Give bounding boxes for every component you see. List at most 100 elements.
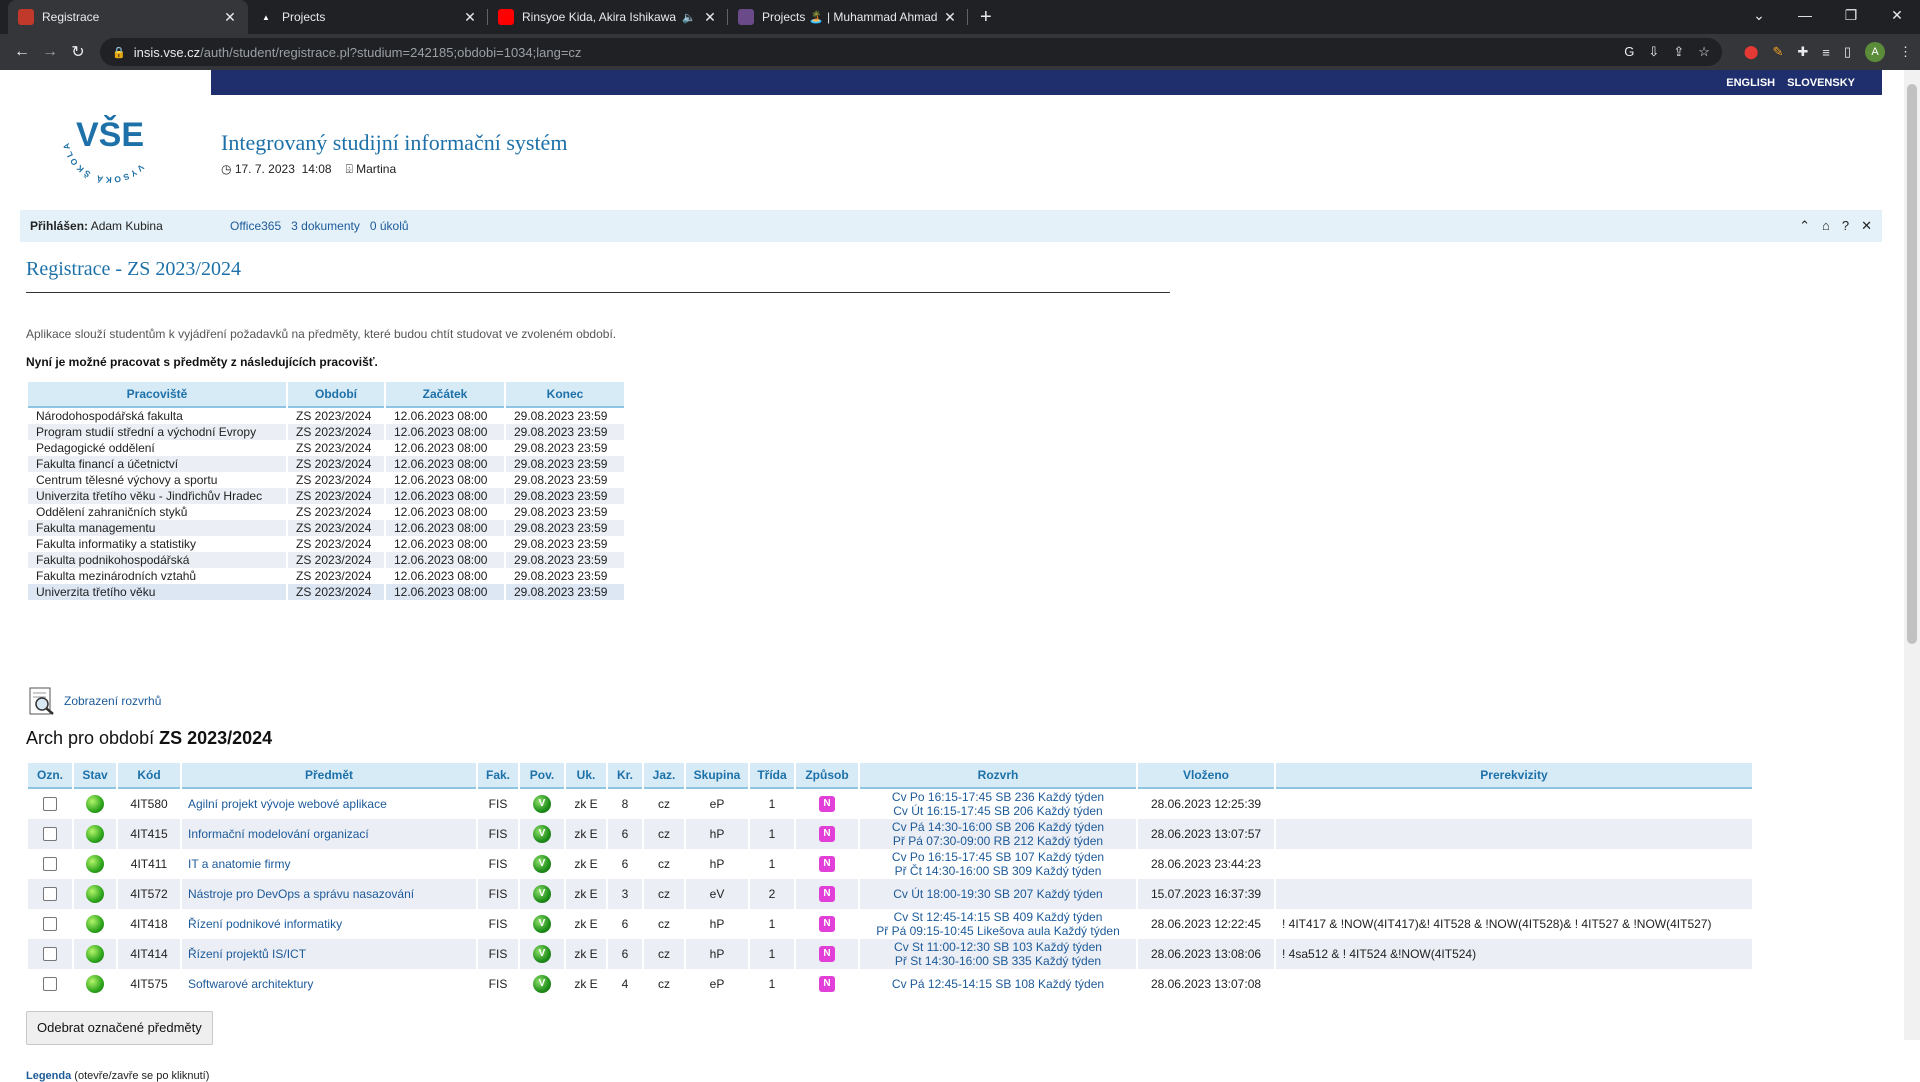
course-name-link[interactable]: Nástroje pro DevOps a správu nasazování bbox=[188, 887, 414, 901]
course-checkbox[interactable] bbox=[43, 887, 57, 902]
schedule-link[interactable]: Cv Út 16:15-17:45 SB 206 Každý týden bbox=[866, 804, 1130, 818]
extensions-puzzle-icon[interactable]: ✚ bbox=[1797, 44, 1808, 60]
logout-close-icon[interactable]: ✕ bbox=[1861, 218, 1872, 234]
tab-audio-icon[interactable]: 🔈 bbox=[682, 11, 696, 24]
method-badge-icon[interactable]: N bbox=[819, 796, 835, 812]
courses-header-8[interactable]: Jaz. bbox=[644, 763, 684, 789]
course-name-link[interactable]: Softwarové architektury bbox=[188, 977, 313, 991]
workplaces-header-2[interactable]: Začátek bbox=[386, 382, 504, 408]
magnifier-document-icon[interactable] bbox=[28, 686, 56, 716]
documents-link[interactable]: 3 dokumenty bbox=[291, 219, 360, 233]
extension-tool-icon[interactable]: ✎ bbox=[1772, 44, 1783, 60]
schedule-link[interactable]: Cv St 12:45-14:15 SB 409 Každý týden bbox=[866, 910, 1130, 924]
method-badge-icon[interactable]: N bbox=[819, 826, 835, 842]
reading-list-icon[interactable]: ≡ bbox=[1822, 45, 1830, 60]
courses-header-13[interactable]: Vloženo bbox=[1138, 763, 1274, 789]
courses-header-5[interactable]: Pov. bbox=[520, 763, 564, 789]
method-badge-icon[interactable]: N bbox=[819, 856, 835, 872]
browser-tab-0[interactable]: Registrace ✕ bbox=[8, 0, 248, 34]
vse-logo[interactable]: VYSOKÁ ŠKOLA EKONOMICKÁ V PRAZE VŠE bbox=[55, 80, 165, 190]
schedule-link[interactable]: Př Pá 09:15-10:45 Likešova aula Každý tý… bbox=[866, 924, 1130, 938]
schedule-link[interactable]: Cv Pá 12:45-14:15 SB 108 Každý týden bbox=[866, 977, 1130, 991]
courses-header-3[interactable]: Předmět bbox=[182, 763, 476, 789]
tab-close-icon[interactable]: ✕ bbox=[702, 9, 718, 26]
course-name-link[interactable]: Agilní projekt vývoje webové aplikace bbox=[188, 797, 387, 811]
tasks-link[interactable]: 0 úkolů bbox=[370, 219, 409, 233]
address-bar[interactable]: 🔒 insis.vse.cz/auth/student/registrace.p… bbox=[100, 38, 1722, 66]
method-badge-icon[interactable]: N bbox=[819, 946, 835, 962]
courses-header-9[interactable]: Skupina bbox=[686, 763, 748, 789]
method-badge-icon[interactable]: N bbox=[819, 916, 835, 932]
course-checkbox[interactable] bbox=[43, 977, 57, 992]
tab-search-icon[interactable]: ⌄ bbox=[1736, 0, 1782, 30]
course-checkbox[interactable] bbox=[43, 797, 57, 812]
courses-header-7[interactable]: Kr. bbox=[608, 763, 642, 789]
method-badge-icon[interactable]: N bbox=[819, 886, 835, 902]
courses-header-14[interactable]: Prerekvizity bbox=[1276, 763, 1752, 789]
workplaces-header-3[interactable]: Konec bbox=[506, 382, 624, 408]
courses-header-1[interactable]: Stav bbox=[74, 763, 116, 789]
tab-close-icon[interactable]: ✕ bbox=[222, 9, 238, 26]
new-tab-button[interactable]: + bbox=[968, 0, 1004, 34]
course-checkbox[interactable] bbox=[43, 827, 57, 842]
share-icon[interactable]: ⇪ bbox=[1673, 44, 1684, 60]
help-icon[interactable]: ? bbox=[1842, 218, 1849, 234]
courses-header-4[interactable]: Fak. bbox=[478, 763, 518, 789]
legend-link[interactable]: Legenda bbox=[26, 1070, 71, 1082]
schedule-view-link[interactable]: Zobrazení rozvrhů bbox=[64, 694, 161, 708]
office365-link[interactable]: Office365 bbox=[230, 219, 281, 233]
browser-tab-2[interactable]: Rinsyoe Kida, Akira Ishikawa 🔈 ✕ bbox=[488, 0, 728, 34]
method-badge-icon[interactable]: N bbox=[819, 976, 835, 992]
lock-icon[interactable]: 🔒 bbox=[112, 46, 126, 59]
schedule-link[interactable]: Cv St 11:00-12:30 SB 103 Každý týden bbox=[866, 940, 1130, 954]
bookmark-star-icon[interactable]: ☆ bbox=[1698, 44, 1710, 60]
page-scrollbar[interactable] bbox=[1904, 70, 1920, 1040]
schedule-link[interactable]: Cv Út 18:00-19:30 SB 207 Každý týden bbox=[866, 887, 1130, 901]
schedule-link[interactable]: Př St 14:30-16:00 SB 335 Každý týden bbox=[866, 954, 1130, 968]
course-checkbox[interactable] bbox=[43, 857, 57, 872]
install-icon[interactable]: ⇩ bbox=[1648, 44, 1659, 60]
workplaces-header-1[interactable]: Období bbox=[288, 382, 384, 408]
schedule-link[interactable]: Př Čt 14:30-16:00 SB 309 Každý týden bbox=[866, 864, 1130, 878]
google-icon[interactable]: G bbox=[1624, 44, 1634, 60]
course-name-link[interactable]: Řízení projektů IS/ICT bbox=[188, 947, 306, 961]
schedule-link[interactable]: Cv Po 16:15-17:45 SB 107 Každý týden bbox=[866, 850, 1130, 864]
course-checkbox[interactable] bbox=[43, 947, 57, 962]
forward-button[interactable]: → bbox=[36, 43, 64, 61]
minimize-button[interactable]: — bbox=[1782, 0, 1828, 30]
workplaces-cell: Fakulta managementu bbox=[28, 520, 286, 536]
schedule-link[interactable]: Př Pá 07:30-09:00 RB 212 Každý týden bbox=[866, 834, 1130, 848]
close-window-button[interactable]: ✕ bbox=[1874, 0, 1920, 30]
browser-menu-icon[interactable]: ⋮ bbox=[1899, 44, 1912, 60]
collapse-up-icon[interactable]: ⌃ bbox=[1799, 218, 1810, 234]
back-button[interactable]: ← bbox=[8, 43, 36, 61]
lang-english-link[interactable]: ENGLISH bbox=[1726, 77, 1775, 89]
courses-header-11[interactable]: Způsob bbox=[796, 763, 858, 789]
tab-close-icon[interactable]: ✕ bbox=[942, 9, 958, 26]
course-method-cell: N bbox=[796, 879, 858, 909]
lang-slovak-link[interactable]: SLOVENSKY bbox=[1787, 77, 1855, 89]
mandatory-badge-icon: V bbox=[533, 855, 551, 873]
side-panel-icon[interactable]: ▯ bbox=[1844, 44, 1851, 60]
course-checkbox[interactable] bbox=[43, 917, 57, 932]
browser-tab-3[interactable]: Projects 🏝️ | Muhammad Ahmad ✕ bbox=[728, 0, 968, 34]
course-name-link[interactable]: Informační modelování organizací bbox=[188, 827, 369, 841]
courses-header-12[interactable]: Rozvrh bbox=[860, 763, 1136, 789]
home-icon[interactable]: ⌂ bbox=[1822, 218, 1830, 234]
reload-button[interactable]: ↻ bbox=[64, 42, 92, 62]
browser-tab-1[interactable]: ▲ Projects ✕ bbox=[248, 0, 488, 34]
courses-header-6[interactable]: Uk. bbox=[566, 763, 606, 789]
schedule-link[interactable]: Cv Po 16:15-17:45 SB 236 Každý týden bbox=[866, 790, 1130, 804]
restore-button[interactable]: ❐ bbox=[1828, 0, 1874, 30]
scrollbar-thumb[interactable] bbox=[1907, 84, 1917, 644]
schedule-link[interactable]: Cv Pá 14:30-16:00 SB 206 Každý týden bbox=[866, 820, 1130, 834]
tab-close-icon[interactable]: ✕ bbox=[462, 9, 478, 26]
courses-header-0[interactable]: Ozn. bbox=[28, 763, 72, 789]
workplaces-header-0[interactable]: Pracoviště bbox=[28, 382, 286, 408]
courses-header-2[interactable]: Kód bbox=[118, 763, 180, 789]
extension-shield-icon[interactable]: ⬤ bbox=[1744, 44, 1759, 60]
course-name-link[interactable]: IT a anatomie firmy bbox=[188, 857, 290, 871]
courses-header-10[interactable]: Třída bbox=[750, 763, 794, 789]
course-name-link[interactable]: Řízení podnikové informatiky bbox=[188, 917, 342, 931]
profile-avatar[interactable]: A bbox=[1865, 42, 1885, 62]
